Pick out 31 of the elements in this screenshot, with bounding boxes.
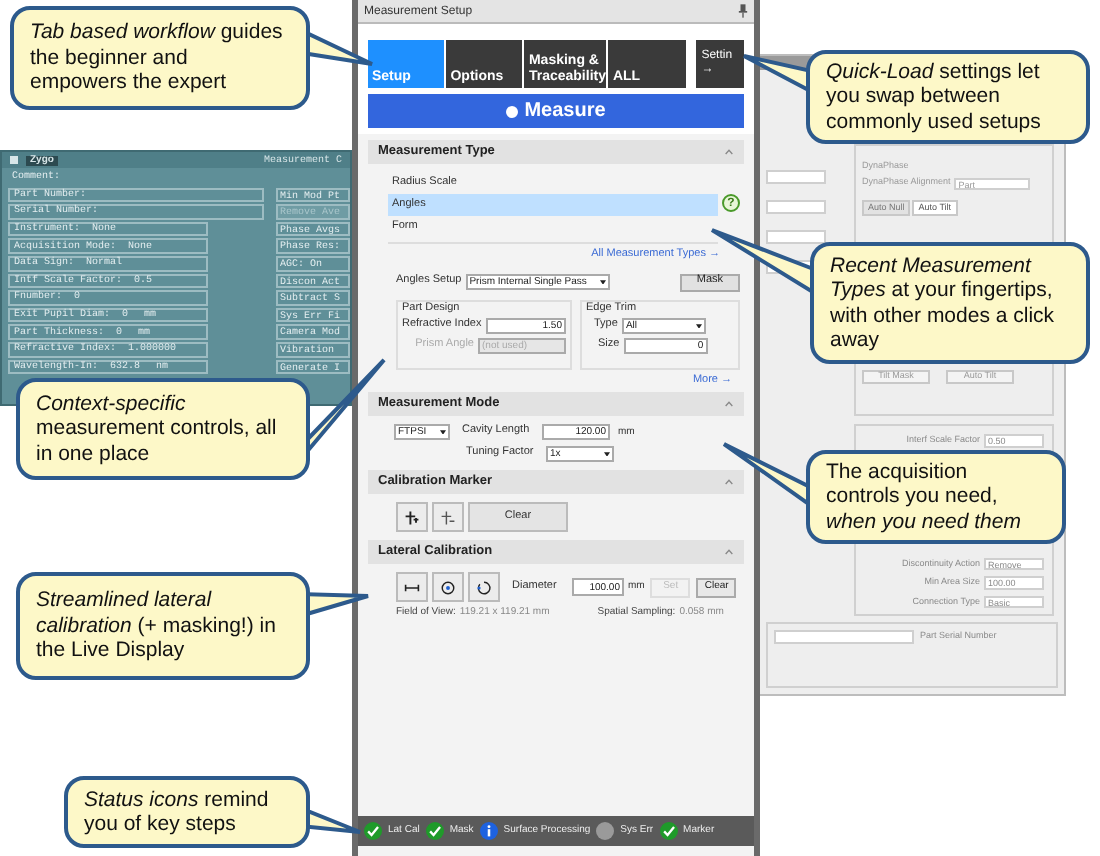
dropdown-field[interactable] [766, 170, 826, 184]
measure-line-icon [404, 579, 420, 595]
calibration-tool-button[interactable] [396, 572, 428, 602]
chevron-icon[interactable] [724, 400, 734, 408]
chevron-icon[interactable] [724, 148, 734, 156]
callout-text: Recent Measurement Types at your fingertips, with other modes a click away [830, 253, 1057, 353]
callout-text: Streamlined lateral calibration (+ masking!) in the Live Display [36, 588, 278, 664]
input-field[interactable] [774, 630, 914, 643]
callout-text: Context-specific measurement controls, all in one place [36, 391, 279, 467]
callout-text: Status icons remind you of key steps [84, 787, 271, 837]
calibration-tool-button[interactable] [468, 572, 500, 602]
measure-button[interactable]: Measure [368, 94, 744, 128]
chevron-icon[interactable] [724, 478, 734, 486]
marker-button[interactable] [396, 502, 428, 532]
caret-icon [599, 279, 606, 285]
crosshair-minus-icon [440, 509, 456, 525]
caret-icon [695, 323, 702, 329]
marker-button[interactable] [432, 502, 464, 532]
calibration-tool-button[interactable] [432, 572, 464, 602]
caret-icon [440, 429, 446, 435]
crosshair-plus-icon [404, 509, 420, 525]
chevron-icon[interactable] [724, 548, 734, 556]
caret-icon [604, 451, 610, 457]
center-target-icon [440, 579, 456, 595]
dropdown-field[interactable] [766, 200, 826, 214]
callout-text: Tab based workflow guides the beginner and empowers the expert [30, 20, 285, 96]
callout-text: The acquisition controls you need, when you need them [826, 459, 1023, 535]
callout-text: Quick-Load settings let you swap between commonly used setups [826, 59, 1043, 135]
pin-icon[interactable] [738, 4, 748, 18]
circle-edge-icon [476, 579, 492, 595]
dropdown-field[interactable] [766, 230, 826, 244]
